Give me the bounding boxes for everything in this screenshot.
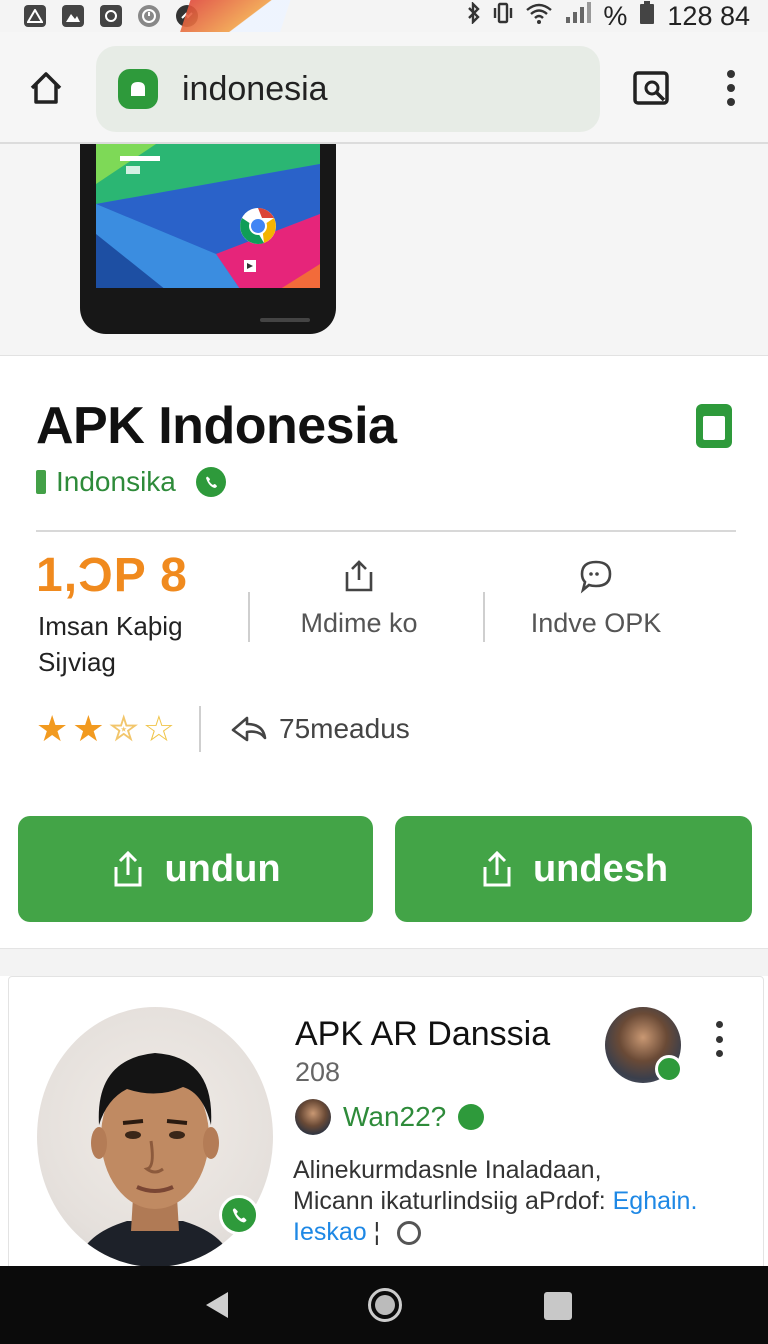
system-status: % 128 84 xyxy=(467,1,750,32)
status-time: 128 84 xyxy=(667,0,750,31)
verified-icon xyxy=(219,1195,259,1235)
upload-icon xyxy=(114,850,142,887)
notification-icons xyxy=(24,5,198,27)
device-icon[interactable] xyxy=(696,404,732,448)
menu-dot xyxy=(715,1021,723,1028)
desc-line-1: Alinekurmdasnle Inaladaan, xyxy=(293,1156,602,1184)
menu-dot xyxy=(727,98,735,106)
app-icon xyxy=(100,5,122,27)
comment-icon xyxy=(576,556,616,596)
status-bar: % 128 84 xyxy=(0,0,768,34)
developer-bar-icon xyxy=(36,470,46,494)
author-name[interactable]: Wan22? xyxy=(343,1101,446,1133)
overflow-menu-icon[interactable] xyxy=(716,66,746,110)
rating-separator xyxy=(199,706,202,752)
desc-link[interactable]: Eghain. xyxy=(613,1187,698,1215)
comment-stat-label: Indve OPK xyxy=(530,608,662,638)
section-separator xyxy=(0,948,768,976)
undun-button-label: undun xyxy=(164,847,281,890)
developer-name[interactable]: Indonsika xyxy=(56,466,176,498)
developer-row[interactable]: Indonsika xyxy=(36,466,226,498)
card-title[interactable]: APK AR Danssia xyxy=(295,1015,550,1054)
undesh-button-label: undesh xyxy=(532,847,669,890)
back-icon[interactable] xyxy=(204,1290,230,1325)
home-circle-inner xyxy=(375,1295,395,1315)
app-screenshot-banner[interactable] xyxy=(0,144,768,356)
share-stat[interactable]: Mdime ko xyxy=(294,556,424,639)
rating-row: ★ ★ ✮ ☆ 75meadus xyxy=(36,706,410,752)
comment-stat[interactable]: Indve OPK xyxy=(526,556,666,639)
share-icon xyxy=(339,556,379,596)
warning-icon xyxy=(24,5,46,27)
loading-circle-icon xyxy=(397,1221,422,1246)
home-circle-icon[interactable] xyxy=(368,1288,402,1322)
upload-icon xyxy=(483,850,511,887)
vibrate-icon xyxy=(493,2,513,30)
undesh-button[interactable]: undesh xyxy=(395,816,752,922)
browser-toolbar: indonesia xyxy=(0,32,768,144)
signal-icon xyxy=(565,2,592,30)
star-icon: ★ xyxy=(36,708,69,749)
phone-screen xyxy=(96,144,320,288)
card-count: 208 xyxy=(295,1057,341,1087)
author-avatar xyxy=(295,1099,331,1135)
wifi-icon xyxy=(525,2,553,30)
half-star-icon: ✮ xyxy=(108,708,139,749)
desc-line-2-text: Micann ikaturlindsiig aPɾdof: xyxy=(293,1187,606,1215)
card-description: Alinekurmdasnle Inaladaan, Micann ikatur… xyxy=(293,1155,743,1248)
online-badge-icon xyxy=(655,1055,683,1083)
system-navigation-bar xyxy=(0,1266,768,1344)
reviews-count[interactable]: 75meadus xyxy=(279,713,410,745)
app-title: APK Indonesia xyxy=(36,397,397,455)
secure-site-icon[interactable] xyxy=(118,69,158,109)
share-stat-label: Mdime ko xyxy=(300,608,418,638)
verified-icon xyxy=(458,1104,485,1130)
home-icon[interactable] xyxy=(24,66,68,110)
menu-dot xyxy=(727,84,735,92)
phone-speaker xyxy=(260,318,310,322)
star-icon: ★ xyxy=(72,708,105,749)
desc-link[interactable]: Ieskao xyxy=(293,1218,367,1246)
card-author-row[interactable]: Wan22? xyxy=(295,1099,485,1135)
reviews-icon xyxy=(229,712,269,746)
menu-dot xyxy=(727,70,735,78)
menu-dot xyxy=(715,1035,723,1043)
desc-line-2: Micann ikaturlindsiig aPɾdof: Eghain. xyxy=(293,1186,743,1217)
undun-button[interactable]: undun xyxy=(18,816,373,922)
related-app-card[interactable]: APK AR Danssia 208 Wan22? Alinekurmdasnl… xyxy=(8,976,764,1276)
card-overflow-menu-icon[interactable] xyxy=(713,1021,725,1057)
stat-separator xyxy=(248,592,250,642)
stat-separator xyxy=(483,592,485,642)
battery-percent-symbol: % xyxy=(603,0,628,31)
bluetooth-icon xyxy=(467,1,481,30)
tabs-icon[interactable] xyxy=(630,66,674,110)
stat-label: Imsan Kaþig Siյviag xyxy=(38,611,183,677)
clock-icon xyxy=(138,5,160,27)
recents-icon[interactable] xyxy=(544,1292,572,1320)
menu-dot xyxy=(715,1050,723,1057)
stat-value: 1,ϽP 8 xyxy=(36,549,188,602)
desc-line-3-text: ¦ xyxy=(373,1218,381,1246)
divider xyxy=(36,530,736,532)
battery-icon xyxy=(639,1,655,31)
empty-star-icon: ☆ xyxy=(142,708,176,749)
verified-icon xyxy=(195,467,226,497)
url-field[interactable]: indonesia xyxy=(96,46,600,132)
url-text[interactable]: indonesia xyxy=(182,70,328,109)
phone-illustration xyxy=(80,144,336,334)
desc-line-3: Ieskao ¦ xyxy=(293,1217,743,1248)
browser-tab-preview xyxy=(179,0,291,34)
image-icon xyxy=(62,5,84,27)
